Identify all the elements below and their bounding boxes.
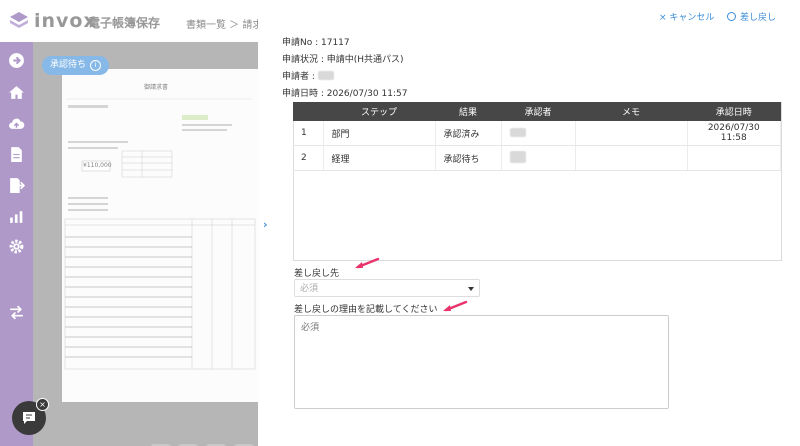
row-step: 経理 xyxy=(323,145,436,171)
table-row: 2 経理 承認待ち xyxy=(293,145,781,171)
col-header-date: 承認日時 xyxy=(687,102,781,121)
col-header-result: 結果 xyxy=(435,102,501,121)
row-result: 承認待ち xyxy=(435,145,502,171)
annotation-arrow-icon xyxy=(355,257,380,269)
row-memo xyxy=(575,145,688,171)
close-icon[interactable]: × xyxy=(36,398,49,411)
chat-icon xyxy=(23,412,35,424)
annotation-arrow-icon xyxy=(443,300,468,312)
overlay-dim xyxy=(0,0,258,446)
row-no: 1 xyxy=(293,121,324,146)
row-approver xyxy=(501,145,576,171)
col-header-approver: 承認者 xyxy=(501,102,575,121)
request-number: 申請No : 17117 xyxy=(282,38,350,48)
approval-table: ステップ 結果 承認者 メモ 承認日時 1 部門 承認済み 2026/07/30… xyxy=(293,102,781,171)
approver-redacted xyxy=(509,127,526,137)
table-row: 1 部門 承認済み 2026/07/30 11:58 xyxy=(293,121,781,146)
chevron-down-icon xyxy=(468,287,474,291)
row-memo xyxy=(575,121,688,146)
applicant: 申請者 : xyxy=(282,69,334,82)
row-approver xyxy=(501,121,576,146)
approver-redacted xyxy=(509,151,526,163)
applicant-label: 申請者 : xyxy=(282,72,315,82)
no-entry-icon xyxy=(727,12,736,21)
col-header-memo: メモ xyxy=(575,102,687,121)
col-header-step: ステップ xyxy=(323,102,435,121)
chevron-right-icon[interactable]: › xyxy=(263,218,268,231)
chat-button[interactable]: × xyxy=(12,398,49,435)
request-date: 申請日時 : 2026/07/30 11:57 xyxy=(282,89,408,99)
applicant-name-redacted xyxy=(317,71,334,80)
reject-button[interactable]: 差し戻し xyxy=(727,10,776,23)
reject-destination-placeholder: 必須 xyxy=(300,284,319,294)
reject-reason-label: 差し戻しの理由を記載してください xyxy=(294,305,438,315)
reject-destination-label: 差し戻し先 xyxy=(294,269,340,279)
reject-button-label: 差し戻し xyxy=(740,13,777,23)
row-no: 2 xyxy=(293,145,324,171)
reject-reason-textarea[interactable] xyxy=(294,315,669,409)
request-status: 申請状況 : 申請中(H共通パス) xyxy=(282,55,404,65)
col-header-no xyxy=(293,102,323,121)
row-date: 2026/07/30 11:58 xyxy=(687,121,781,146)
reject-destination-select[interactable]: 必須 xyxy=(294,279,480,297)
row-result: 承認済み xyxy=(435,121,502,146)
cancel-button[interactable]: × キャンセル xyxy=(659,10,714,23)
row-date xyxy=(687,145,781,171)
row-step: 部門 xyxy=(323,121,436,146)
